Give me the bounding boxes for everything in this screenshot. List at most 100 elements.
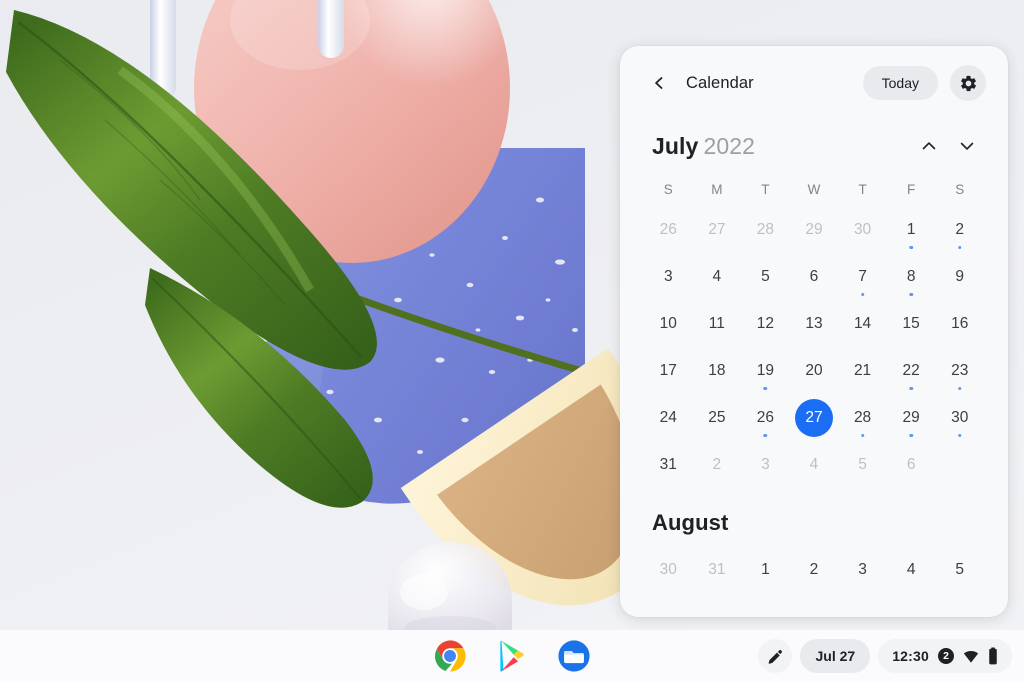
- day-cell[interactable]: 22: [887, 347, 936, 394]
- day-number: 29: [805, 220, 823, 238]
- date-pill[interactable]: Jul 27: [800, 639, 871, 673]
- weekday-label: T: [858, 181, 867, 197]
- event-dot-indicator: [957, 386, 962, 390]
- weekday-header-row: SMTWTFS: [620, 172, 1008, 206]
- day-cell[interactable]: 12: [741, 300, 790, 347]
- play-store-app-icon[interactable]: [492, 636, 532, 676]
- day-cell[interactable]: 25: [693, 394, 742, 441]
- month-name: July: [652, 132, 699, 159]
- day-number: 6: [906, 455, 916, 473]
- day-cell[interactable]: 6: [790, 253, 839, 300]
- calendar-header: Calendar Today: [620, 46, 1008, 120]
- day-number: 22: [902, 361, 920, 379]
- day-cell[interactable]: 1: [741, 546, 790, 593]
- day-number: 4: [712, 267, 722, 285]
- gear-icon[interactable]: [950, 65, 986, 101]
- day-cell[interactable]: 2: [790, 546, 839, 593]
- system-tray[interactable]: 12:30 2: [878, 639, 1012, 673]
- battery-icon[interactable]: [988, 647, 998, 665]
- day-cell[interactable]: 11: [693, 300, 742, 347]
- day-cell[interactable]: 28: [741, 206, 790, 253]
- day-cell[interactable]: 5: [935, 546, 984, 593]
- status-area: Jul 27 12:30 2: [758, 639, 1012, 673]
- wifi-icon[interactable]: [963, 650, 979, 663]
- day-cell[interactable]: 31: [693, 546, 742, 593]
- event-dot-indicator: [909, 386, 913, 390]
- page-title: Calendar: [686, 73, 754, 92]
- chrome-app-icon[interactable]: [430, 636, 470, 676]
- event-dot-indicator: [860, 433, 865, 437]
- day-cell[interactable]: 31: [644, 441, 693, 488]
- chevron-up-icon[interactable]: [910, 127, 948, 165]
- shelf: Jul 27 12:30 2: [0, 630, 1024, 682]
- chevron-down-icon[interactable]: [948, 127, 986, 165]
- month-year: 2022: [703, 132, 756, 159]
- day-number: 27: [794, 398, 833, 437]
- notification-badge[interactable]: 2: [938, 648, 954, 664]
- day-cell[interactable]: 21: [838, 347, 887, 394]
- day-cell-selected[interactable]: 27: [790, 394, 839, 441]
- event-dot-indicator: [909, 433, 913, 437]
- day-cell[interactable]: 6: [887, 441, 936, 488]
- clock-label: 12:30: [892, 648, 929, 664]
- day-number: 26: [659, 220, 677, 238]
- weekday-label: S: [663, 181, 673, 197]
- day-number: 12: [756, 314, 775, 332]
- day-cell[interactable]: 30: [838, 206, 887, 253]
- day-cell[interactable]: 18: [693, 347, 742, 394]
- day-cell[interactable]: 15: [887, 300, 936, 347]
- july-day-grid: 26 27 28 29 30 1 2 3 4 5 6 7 8 9 10 11 12 13 14 15 16 17 18 19 2…: [620, 206, 1008, 488]
- day-cell[interactable]: 3: [838, 546, 887, 593]
- weekday-label: S: [955, 181, 965, 197]
- day-cell[interactable]: 10: [644, 300, 693, 347]
- day-cell[interactable]: 19: [741, 347, 790, 394]
- day-cell[interactable]: 8: [887, 253, 936, 300]
- day-cell[interactable]: 28: [838, 394, 887, 441]
- day-number: 24: [659, 408, 677, 426]
- day-cell[interactable]: 16: [935, 300, 984, 347]
- day-number: 9: [955, 267, 965, 285]
- day-cell[interactable]: 3: [741, 441, 790, 488]
- event-dot-indicator: [957, 245, 962, 249]
- day-cell[interactable]: 27: [693, 206, 742, 253]
- today-button[interactable]: Today: [862, 66, 938, 100]
- day-number: 1: [761, 560, 770, 578]
- day-cell[interactable]: 17: [644, 347, 693, 394]
- day-cell[interactable]: 3: [644, 253, 693, 300]
- day-number: 4: [906, 560, 916, 578]
- day-number: 30: [951, 408, 969, 426]
- day-cell[interactable]: 23: [935, 347, 984, 394]
- day-cell[interactable]: 2: [935, 206, 984, 253]
- day-cell[interactable]: 26: [644, 206, 693, 253]
- day-number: 28: [853, 408, 872, 426]
- day-cell[interactable]: 2: [693, 441, 742, 488]
- day-cell[interactable]: 13: [790, 300, 839, 347]
- day-cell[interactable]: 30: [935, 394, 984, 441]
- day-cell[interactable]: 5: [838, 441, 887, 488]
- day-number: 19: [756, 361, 775, 379]
- day-number: 15: [902, 314, 920, 332]
- day-cell[interactable]: 29: [790, 206, 839, 253]
- day-cell[interactable]: 4: [693, 253, 742, 300]
- day-number: 17: [659, 361, 677, 379]
- day-cell[interactable]: 29: [887, 394, 936, 441]
- day-cell[interactable]: 4: [790, 441, 839, 488]
- day-cell[interactable]: 14: [838, 300, 887, 347]
- day-number: 18: [708, 361, 726, 379]
- current-month-label: July 2022: [652, 133, 910, 160]
- day-cell[interactable]: 5: [741, 253, 790, 300]
- day-cell[interactable]: 7: [838, 253, 887, 300]
- day-number: 5: [761, 267, 770, 285]
- day-cell[interactable]: 24: [644, 394, 693, 441]
- day-cell[interactable]: 9: [935, 253, 984, 300]
- day-cell[interactable]: 26: [741, 394, 790, 441]
- day-cell[interactable]: 1: [887, 206, 936, 253]
- day-number: 8: [906, 267, 916, 285]
- files-app-icon[interactable]: [554, 636, 594, 676]
- august-day-grid: 30 31 1 2 3 4 5: [620, 546, 1008, 593]
- day-cell[interactable]: 30: [644, 546, 693, 593]
- day-cell[interactable]: 20: [790, 347, 839, 394]
- chevron-left-icon[interactable]: [646, 70, 672, 96]
- stylus-icon[interactable]: [758, 639, 793, 673]
- day-cell[interactable]: 4: [887, 546, 936, 593]
